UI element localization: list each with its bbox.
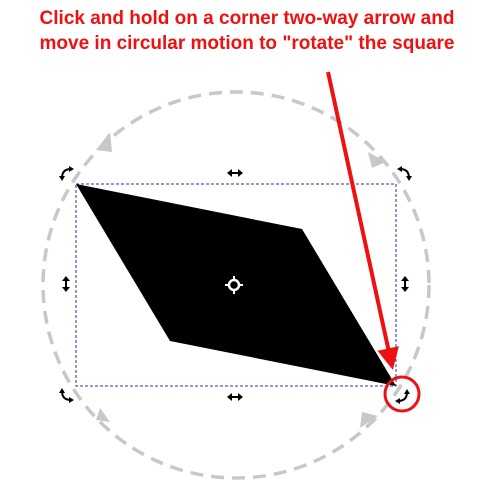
- skew-handle-left[interactable]: [62, 276, 70, 292]
- direction-arrow-bottom-left: [96, 408, 110, 422]
- skew-handle-bottom[interactable]: [227, 393, 243, 401]
- rotate-handle-top-left[interactable]: [59, 166, 74, 181]
- skew-handle-top[interactable]: [227, 169, 243, 177]
- highlight-circle: [383, 375, 421, 413]
- selected-shape[interactable]: [76, 184, 396, 386]
- canvas[interactable]: [0, 0, 494, 489]
- skew-handle-right[interactable]: [401, 276, 409, 292]
- rotate-arrow-icon: [397, 166, 412, 181]
- skew-arrow-icon: [401, 276, 409, 292]
- rotate-handle-top-right[interactable]: [397, 166, 412, 181]
- rotate-arrow-icon: [59, 166, 74, 181]
- direction-arrow-top-left: [96, 132, 112, 152]
- rotate-arrow-icon: [59, 388, 74, 403]
- skew-arrow-icon: [227, 169, 243, 177]
- skew-arrow-icon: [227, 393, 243, 401]
- skew-arrow-icon: [62, 276, 70, 292]
- rotate-handle-bottom-left[interactable]: [59, 388, 74, 403]
